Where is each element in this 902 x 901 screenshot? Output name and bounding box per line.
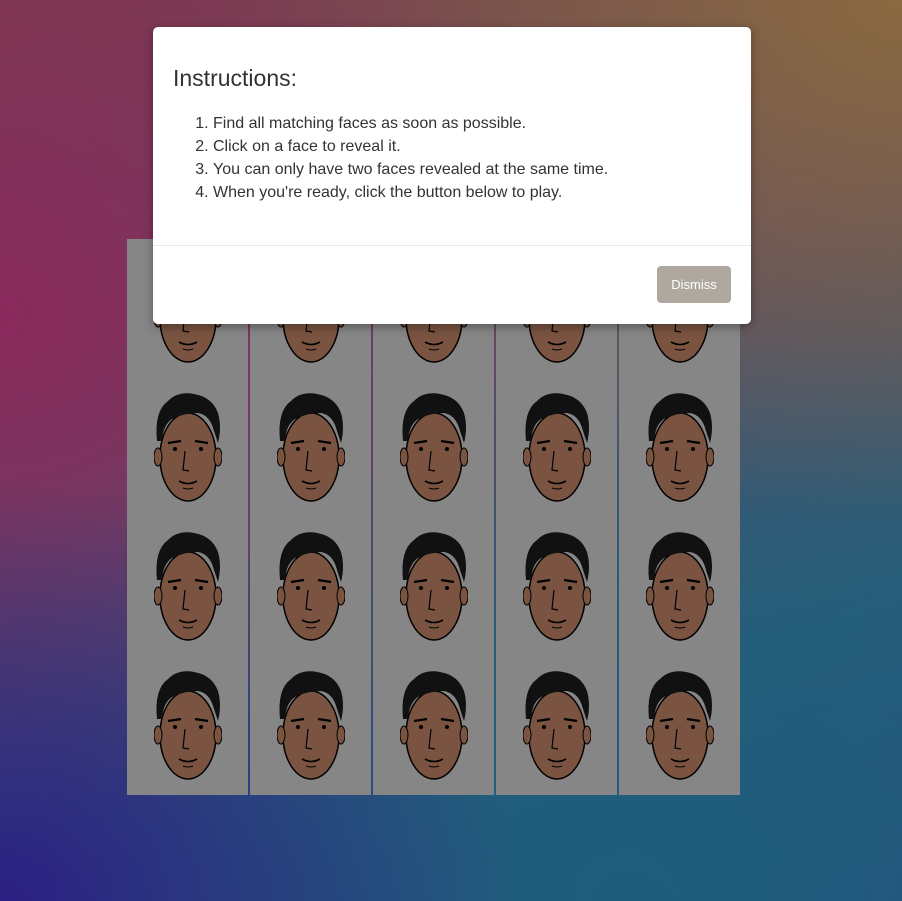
face-icon (645, 392, 714, 502)
instruction-item: When you're ready, click the button belo… (213, 181, 731, 204)
face-card[interactable] (250, 378, 371, 517)
face-card[interactable] (127, 517, 248, 656)
instruction-item: Click on a face to reveal it. (213, 135, 731, 158)
instructions-list: Find all matching faces as soon as possi… (173, 112, 731, 204)
face-icon (276, 670, 345, 780)
modal-body: Find all matching faces as soon as possi… (153, 92, 751, 210)
face-icon (153, 531, 222, 641)
modal-header: Instructions: (153, 27, 751, 92)
face-icon (399, 531, 468, 641)
face-icon (522, 670, 591, 780)
face-card[interactable] (496, 517, 617, 656)
face-card[interactable] (619, 378, 740, 517)
face-icon (153, 392, 222, 502)
face-icon (645, 670, 714, 780)
face-card[interactable] (373, 517, 494, 656)
face-card[interactable] (250, 656, 371, 795)
face-card[interactable] (127, 656, 248, 795)
face-icon (276, 531, 345, 641)
face-card[interactable] (373, 378, 494, 517)
instruction-item: You can only have two faces revealed at … (213, 158, 731, 181)
instruction-item: Find all matching faces as soon as possi… (213, 112, 731, 135)
face-card[interactable] (619, 517, 740, 656)
face-icon (645, 531, 714, 641)
face-icon (522, 531, 591, 641)
face-icon (276, 392, 345, 502)
face-card[interactable] (496, 656, 617, 795)
face-card[interactable] (373, 656, 494, 795)
face-card[interactable] (250, 517, 371, 656)
face-card[interactable] (619, 656, 740, 795)
face-card[interactable] (127, 378, 248, 517)
face-card[interactable] (496, 378, 617, 517)
face-icon (522, 392, 591, 502)
modal-title: Instructions: (173, 65, 297, 91)
instructions-modal: Instructions: Find all matching faces as… (153, 27, 751, 324)
face-icon (153, 670, 222, 780)
face-icon (399, 670, 468, 780)
face-icon (399, 392, 468, 502)
dismiss-button[interactable]: Dismiss (657, 266, 731, 303)
modal-divider (153, 245, 751, 246)
